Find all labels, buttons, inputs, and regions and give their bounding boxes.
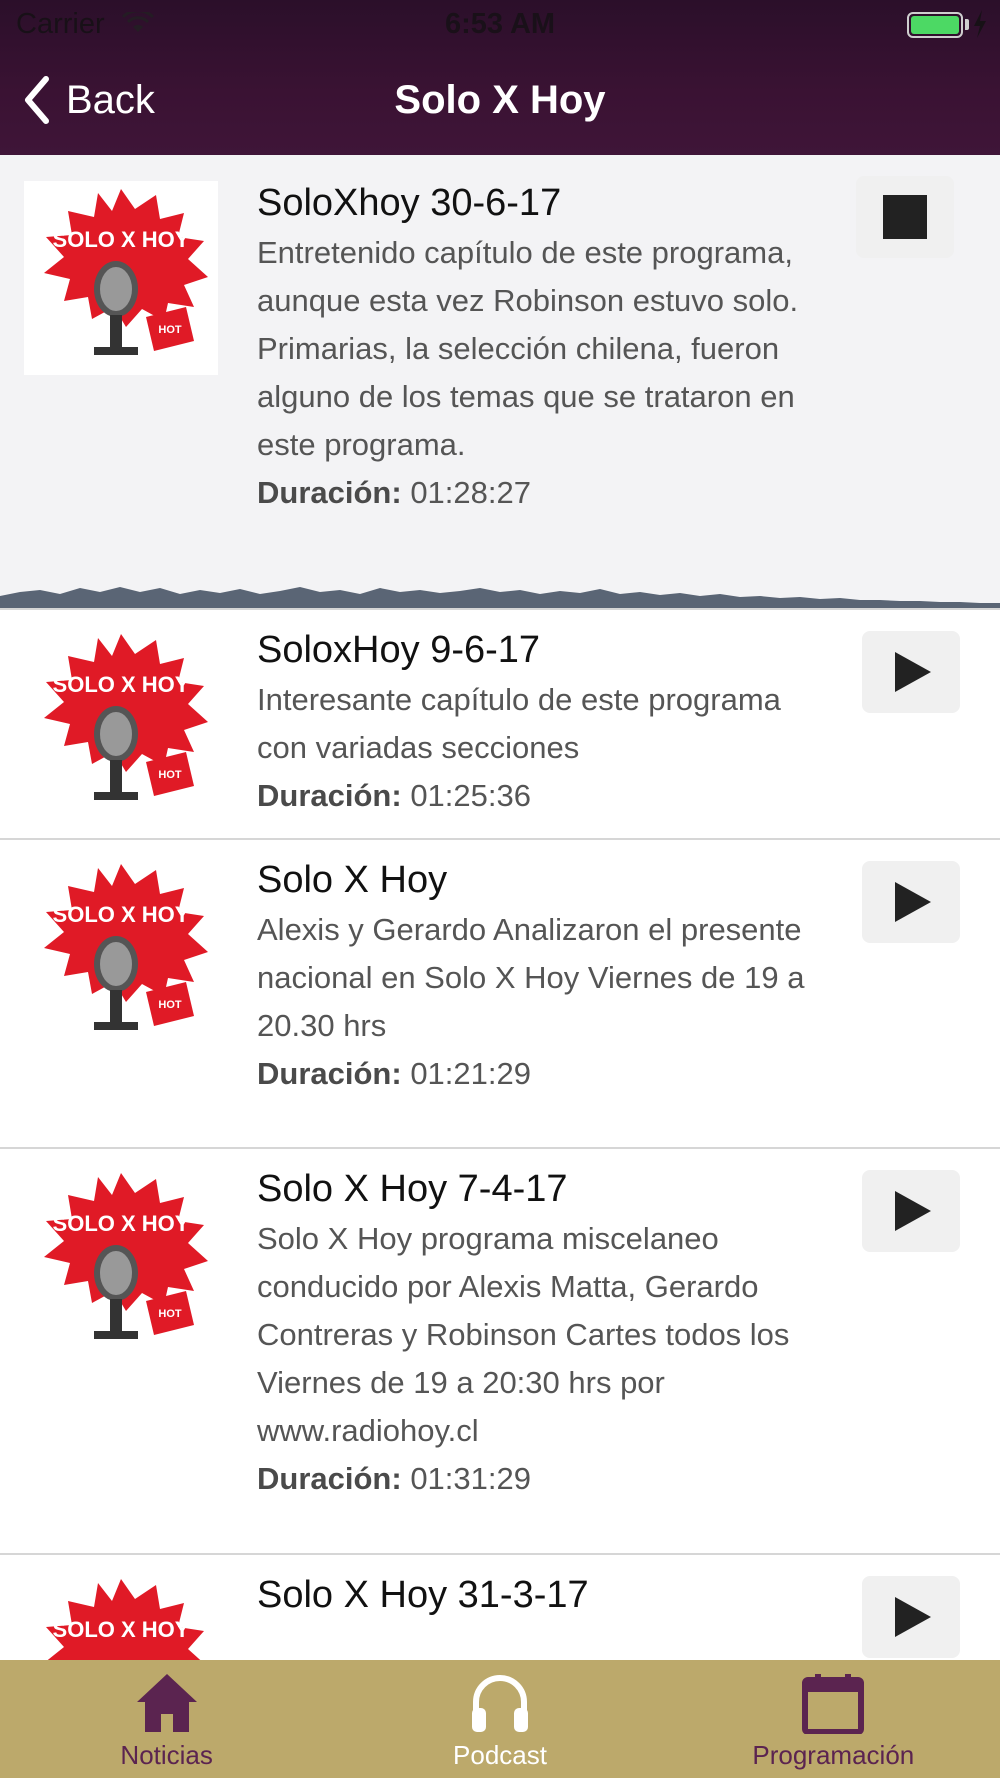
episode-thumbnail: SOLO X HOY HOT [24, 181, 218, 375]
battery-icon [907, 12, 963, 38]
episode-description: Alexis y Gerardo Analizaron el presente … [257, 912, 805, 1043]
navigation-header: Carrier 6:53 AM Back Solo X Hoy [0, 0, 1000, 155]
calendar-icon [802, 1674, 865, 1734]
tab-bar: Noticias Podcast Programación [0, 1660, 1000, 1778]
svg-text:SOLO X HOY: SOLO X HOY [53, 1211, 190, 1236]
duration-label: Duración: [257, 1461, 402, 1496]
episode-duration: Duración: 01:28:27 [257, 469, 817, 517]
list-item[interactable]: SOLO X HOY HOT Solo X Hoy Alexis y Gerar… [0, 840, 1000, 1149]
duration-value: 01:21:29 [410, 1056, 531, 1091]
playback-waveform [0, 587, 1000, 608]
svg-text:SOLO X HOY: SOLO X HOY [53, 902, 190, 927]
episode-title: Solo X Hoy [257, 859, 448, 901]
solo-x-hoy-logo-icon: SOLO X HOY [46, 1579, 204, 1660]
episode-content: Solo X Hoy 31-3-17 [257, 1571, 817, 1619]
play-icon [895, 1597, 931, 1637]
stop-button[interactable] [856, 176, 954, 258]
headphones-icon [471, 1675, 528, 1732]
svg-text:SOLO X HOY: SOLO X HOY [53, 1617, 190, 1642]
episode-description: Interesante capítulo de este programa co… [257, 682, 781, 765]
svg-text:SOLO X HOY: SOLO X HOY [53, 227, 190, 252]
house-icon [136, 1674, 197, 1732]
podcast-list[interactable]: SOLO X HOY HOT SoloXhoy 30-6-17 Entreten… [0, 155, 1000, 1660]
charging-bolt-icon [974, 10, 986, 38]
list-item[interactable]: SOLO X HOY HOT Solo X Hoy 7-4-17 Solo X … [0, 1149, 1000, 1555]
episode-duration: Duración: 01:21:29 [257, 1050, 817, 1098]
episode-title: SoloXhoy 30-6-17 [257, 182, 562, 224]
status-time: 6:53 AM [444, 8, 556, 40]
duration-value: 01:25:36 [410, 778, 531, 813]
episode-content: SoloXhoy 30-6-17 Entretenido capítulo de… [257, 179, 817, 517]
page-title: Solo X Hoy [394, 78, 606, 122]
duration-label: Duración: [257, 475, 402, 510]
list-item[interactable]: SOLO X HOY HOT SoloXhoy 30-6-17 Entreten… [0, 155, 1000, 610]
svg-text:HOT: HOT [158, 324, 182, 336]
tab-label: Noticias [120, 1740, 213, 1770]
duration-value: 01:28:27 [410, 475, 531, 510]
episode-description: Entretenido capítulo de este programa, a… [257, 235, 799, 462]
episode-duration: Duración: 01:25:36 [257, 772, 817, 820]
episode-description: Solo X Hoy programa miscelaneo conducido… [257, 1221, 790, 1448]
episode-thumbnail: SOLO X HOY HOT [24, 1165, 218, 1359]
episode-duration: Duración: 01:31:29 [257, 1455, 817, 1503]
tab-podcast[interactable]: Podcast [333, 1660, 666, 1778]
solo-x-hoy-logo-icon: SOLO X HOY HOT [44, 634, 208, 800]
episode-content: Solo X Hoy Alexis y Gerardo Analizaron e… [257, 856, 817, 1098]
duration-label: Duración: [257, 1056, 402, 1091]
svg-text:SOLO X HOY: SOLO X HOY [53, 672, 190, 697]
play-button[interactable] [862, 1576, 960, 1658]
episode-content: SoloxHoy 9-6-17 Interesante capítulo de … [257, 626, 817, 820]
episode-thumbnail: SOLO X HOY [24, 1571, 218, 1660]
status-bar: Carrier 6:53 AM [0, 0, 1000, 50]
play-icon [895, 882, 931, 922]
svg-text:HOT: HOT [158, 769, 182, 781]
battery-tip [965, 19, 969, 30]
episode-title: SoloxHoy 9-6-17 [257, 629, 541, 671]
play-button[interactable] [862, 1170, 960, 1252]
svg-text:HOT: HOT [158, 1308, 182, 1320]
duration-value: 01:31:29 [410, 1461, 531, 1496]
play-icon [895, 1191, 931, 1231]
episode-thumbnail: SOLO X HOY HOT [24, 856, 218, 1050]
play-button[interactable] [862, 631, 960, 713]
svg-text:HOT: HOT [158, 999, 182, 1011]
tab-programacion[interactable]: Programación [667, 1660, 1000, 1778]
solo-x-hoy-logo-icon: SOLO X HOY HOT [24, 181, 218, 375]
tab-label: Podcast [453, 1740, 547, 1770]
episode-content: Solo X Hoy 7-4-17 Solo X Hoy programa mi… [257, 1165, 817, 1503]
tab-label: Programación [752, 1740, 915, 1770]
app-screen: Carrier 6:53 AM Back Solo X Hoy SOLO X H… [0, 0, 1000, 1778]
episode-thumbnail: SOLO X HOY HOT [24, 626, 218, 820]
tab-noticias[interactable]: Noticias [0, 1660, 333, 1778]
solo-x-hoy-logo-icon: SOLO X HOY HOT [44, 1173, 208, 1339]
episode-title: Solo X Hoy 31-3-17 [257, 1574, 589, 1616]
stop-icon [883, 195, 927, 239]
play-button[interactable] [862, 861, 960, 943]
list-item[interactable]: SOLO X HOY HOT SoloxHoy 9-6-17 Interesan… [0, 610, 1000, 840]
list-item[interactable]: SOLO X HOY Solo X Hoy 31-3-17 [0, 1555, 1000, 1660]
episode-title: Solo X Hoy 7-4-17 [257, 1168, 568, 1210]
play-icon [895, 652, 931, 692]
duration-label: Duración: [257, 778, 402, 813]
solo-x-hoy-logo-icon: SOLO X HOY HOT [44, 864, 208, 1030]
